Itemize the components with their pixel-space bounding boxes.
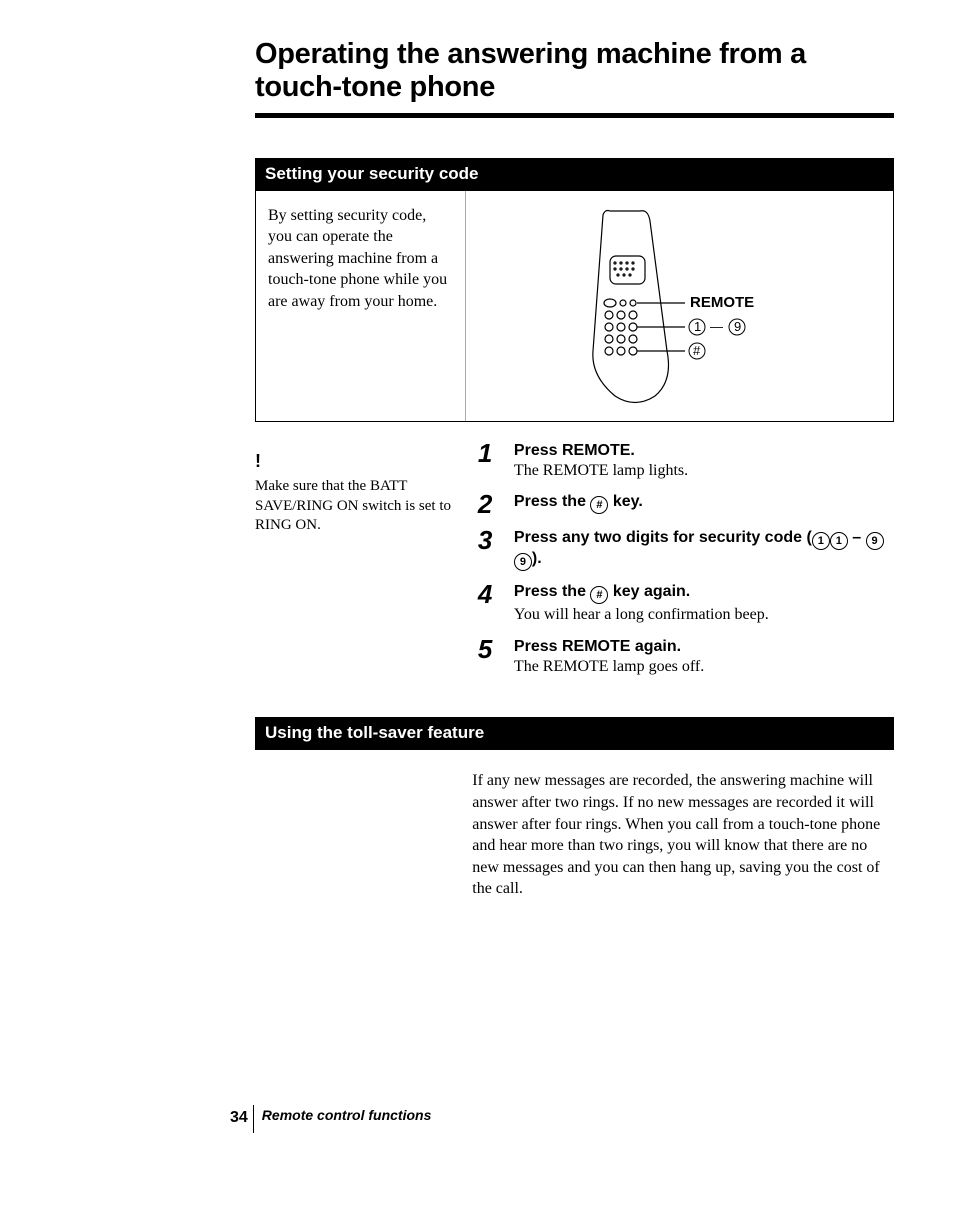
- step-number: 3: [478, 527, 500, 571]
- svg-text:#: #: [693, 343, 701, 358]
- diagram-label-remote: REMOTE: [690, 294, 754, 311]
- step-heading: Press the # key again.: [514, 583, 894, 604]
- steps-list: 1 Press REMOTE. The REMOTE lamp lights. …: [478, 440, 894, 688]
- warning-text: Make sure that the BATT SAVE/RING ON swi…: [255, 477, 460, 536]
- step-heading: Press REMOTE.: [514, 442, 894, 460]
- step-subtext: The REMOTE lamp lights.: [514, 460, 894, 482]
- page-title: Operating the answering machine from a t…: [255, 38, 894, 105]
- digit-9-icon: 9: [514, 553, 532, 571]
- digit-9-icon: 9: [866, 532, 884, 550]
- svg-text:9: 9: [734, 319, 741, 334]
- page-content: Operating the answering machine from a t…: [0, 0, 954, 900]
- step-number: 2: [478, 491, 500, 517]
- intro-box: By setting security code, you can operat…: [255, 191, 894, 422]
- step-number: 5: [478, 636, 500, 678]
- digit-1-icon: 1: [830, 532, 848, 550]
- step-number: 1: [478, 440, 500, 482]
- warning-note: ! Make sure that the BATT SAVE/RING ON s…: [255, 440, 460, 688]
- step-4: 4 Press the # key again. You will hear a…: [478, 581, 894, 626]
- step-heading: Press any two digits for security code (…: [514, 529, 894, 571]
- step-number: 4: [478, 581, 500, 626]
- footer-divider: [253, 1105, 254, 1133]
- page-footer: 34 Remote control functions: [230, 1105, 431, 1133]
- footer-section-label: Remote control functions: [262, 1107, 432, 1123]
- page-number: 34: [230, 1109, 248, 1126]
- warning-icon: !: [255, 450, 460, 473]
- svg-text:1: 1: [694, 319, 701, 334]
- steps-area: ! Make sure that the BATT SAVE/RING ON s…: [255, 440, 894, 688]
- intro-text: By setting security code, you can operat…: [256, 191, 466, 421]
- step-heading: Press REMOTE again.: [514, 638, 894, 656]
- step-heading: Press the # key.: [514, 493, 894, 514]
- hash-key-icon: #: [590, 586, 608, 604]
- section-heading-security: Setting your security code: [255, 158, 894, 191]
- handset-illustration: REMOTE 1 — 9 #: [555, 201, 805, 411]
- step-2: 2 Press the # key.: [478, 491, 894, 517]
- digit-1-icon: 1: [812, 532, 830, 550]
- step-3: 3 Press any two digits for security code…: [478, 527, 894, 571]
- title-rule: [255, 113, 894, 118]
- svg-text:—: —: [710, 319, 723, 334]
- step-subtext: The REMOTE lamp goes off.: [514, 656, 894, 678]
- step-5: 5 Press REMOTE again. The REMOTE lamp go…: [478, 636, 894, 678]
- step-1: 1 Press REMOTE. The REMOTE lamp lights.: [478, 440, 894, 482]
- section-heading-tollsaver: Using the toll-saver feature: [255, 717, 894, 750]
- phone-diagram: REMOTE 1 — 9 #: [466, 191, 893, 421]
- tollsaver-body: If any new messages are recorded, the an…: [472, 750, 894, 900]
- step-subtext: You will hear a long confirmation beep.: [514, 604, 894, 626]
- hash-key-icon: #: [590, 496, 608, 514]
